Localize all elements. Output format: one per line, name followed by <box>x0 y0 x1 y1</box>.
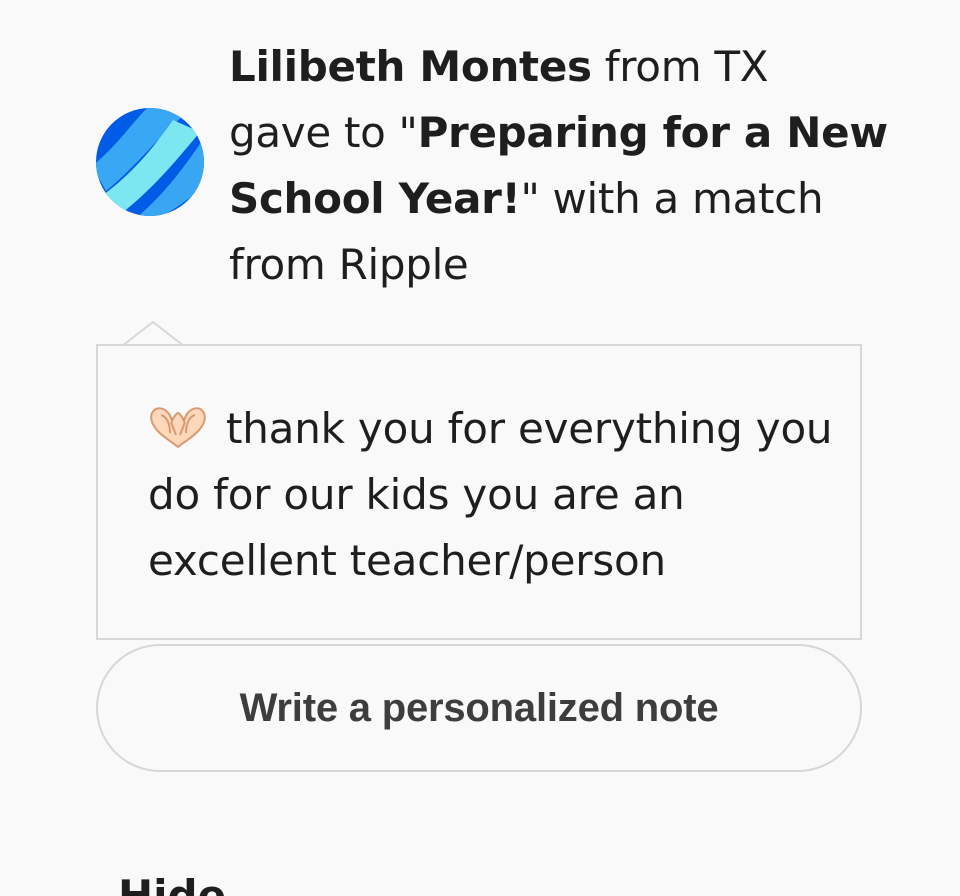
hide-link[interactable]: Hide <box>118 868 226 896</box>
donor-note-message: thank you for everything you do for our … <box>148 396 838 594</box>
donation-activity-text: Lilibeth Montes from TX gave to "Prepari… <box>229 34 909 298</box>
donation-activity-page: Lilibeth Montes from TX gave to "Prepari… <box>0 0 960 896</box>
heart-hands-icon <box>150 407 206 449</box>
gave-to-text: gave to " <box>229 108 418 157</box>
note-message-text: thank you for everything you do for our … <box>148 404 833 585</box>
write-personalized-note-button[interactable]: Write a personalized note <box>96 644 862 772</box>
donor-location: from TX <box>604 42 769 91</box>
globe-avatar-icon <box>96 108 204 216</box>
donor-name: Lilibeth Montes <box>229 42 592 91</box>
